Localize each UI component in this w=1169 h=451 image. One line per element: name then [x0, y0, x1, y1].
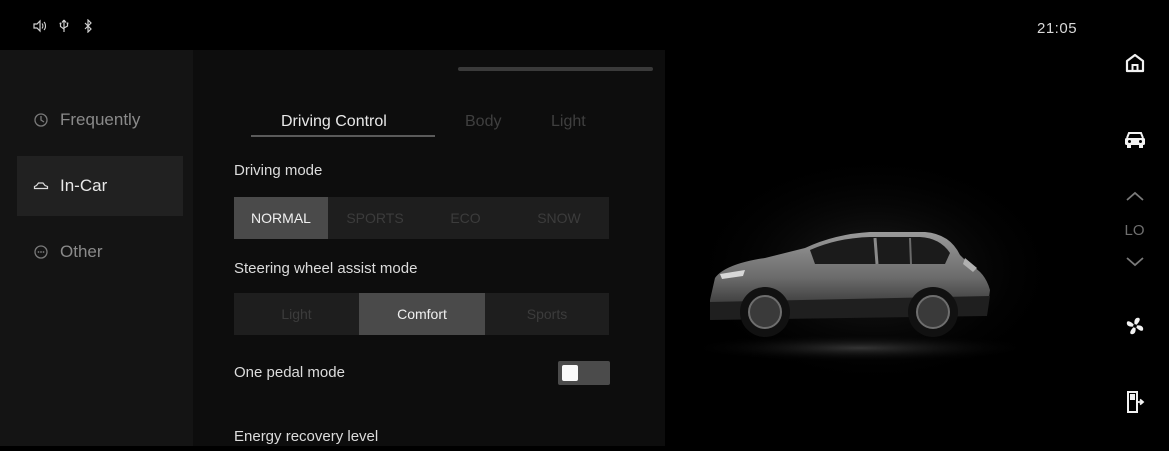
- steering-mode-label: Steering wheel assist mode: [234, 260, 418, 277]
- tab-light[interactable]: Light: [551, 113, 586, 131]
- right-rail: LO: [1100, 10, 1169, 446]
- toggle-knob: [562, 365, 578, 381]
- driving-mode-normal[interactable]: NORMAL: [234, 197, 328, 239]
- sidebar-item-label: Frequently: [60, 110, 141, 129]
- tab-body[interactable]: Body: [465, 113, 501, 131]
- driving-mode-selector: NORMAL SPORTS ECO SNOW: [234, 197, 609, 239]
- car-icon: [1124, 132, 1145, 148]
- home-icon: [1125, 53, 1144, 73]
- car-visual-area: [665, 50, 1100, 446]
- sidebar-item-label: Other: [60, 242, 103, 261]
- drag-handle[interactable]: [458, 67, 653, 71]
- driving-mode-label: Driving mode: [234, 162, 323, 179]
- status-bar: 21:05: [0, 10, 1100, 50]
- fan-down-button[interactable]: [1100, 256, 1169, 268]
- driving-mode-sports[interactable]: SPORTS: [328, 197, 422, 239]
- fan-button[interactable]: [1100, 315, 1169, 337]
- steering-mode-comfort[interactable]: Comfort: [359, 293, 485, 335]
- energy-recovery-label: Energy recovery level: [234, 428, 379, 445]
- seat-button[interactable]: [1100, 390, 1169, 414]
- driving-mode-eco[interactable]: ECO: [422, 197, 509, 239]
- clock: 21:05: [1037, 20, 1078, 37]
- seat-icon: [1126, 391, 1144, 413]
- active-tab-indicator: [251, 135, 435, 137]
- sidebar-item-label: In-Car: [60, 176, 108, 195]
- sidebar: Frequently In-Car Other: [0, 50, 193, 446]
- fan-level-label: LO: [1124, 222, 1145, 239]
- steering-mode-selector: Light Comfort Sports: [234, 293, 609, 335]
- vehicle-image: [685, 150, 1065, 390]
- one-pedal-label: One pedal mode: [234, 364, 345, 381]
- chevron-down-icon: [1125, 257, 1144, 267]
- home-button[interactable]: [1100, 52, 1169, 74]
- one-pedal-toggle[interactable]: [558, 361, 610, 385]
- other-icon: [34, 245, 48, 259]
- tab-driving-control[interactable]: Driving Control: [281, 113, 387, 131]
- steering-mode-sports[interactable]: Sports: [485, 293, 609, 335]
- car-button[interactable]: [1100, 130, 1169, 150]
- fan-up-button[interactable]: [1100, 190, 1169, 202]
- settings-panel: Driving Control Body Light Driving mode …: [193, 50, 665, 446]
- sidebar-item-in-car[interactable]: In-Car: [17, 156, 183, 216]
- steering-mode-light[interactable]: Light: [234, 293, 359, 335]
- chevron-up-icon: [1125, 191, 1144, 201]
- sidebar-item-other[interactable]: Other: [0, 222, 193, 282]
- usb-icon: [59, 19, 69, 32]
- car-outline-icon: [33, 182, 49, 190]
- volume-icon: [33, 19, 47, 33]
- status-icons: [33, 19, 95, 33]
- sidebar-item-frequently[interactable]: Frequently: [0, 90, 193, 150]
- fan-icon: [1126, 317, 1143, 335]
- driving-mode-snow[interactable]: SNOW: [509, 197, 609, 239]
- frequently-icon: [34, 113, 48, 127]
- bluetooth-icon: [84, 19, 92, 33]
- screen: 21:05 Frequently In-Car Other Driving Co…: [0, 0, 1169, 446]
